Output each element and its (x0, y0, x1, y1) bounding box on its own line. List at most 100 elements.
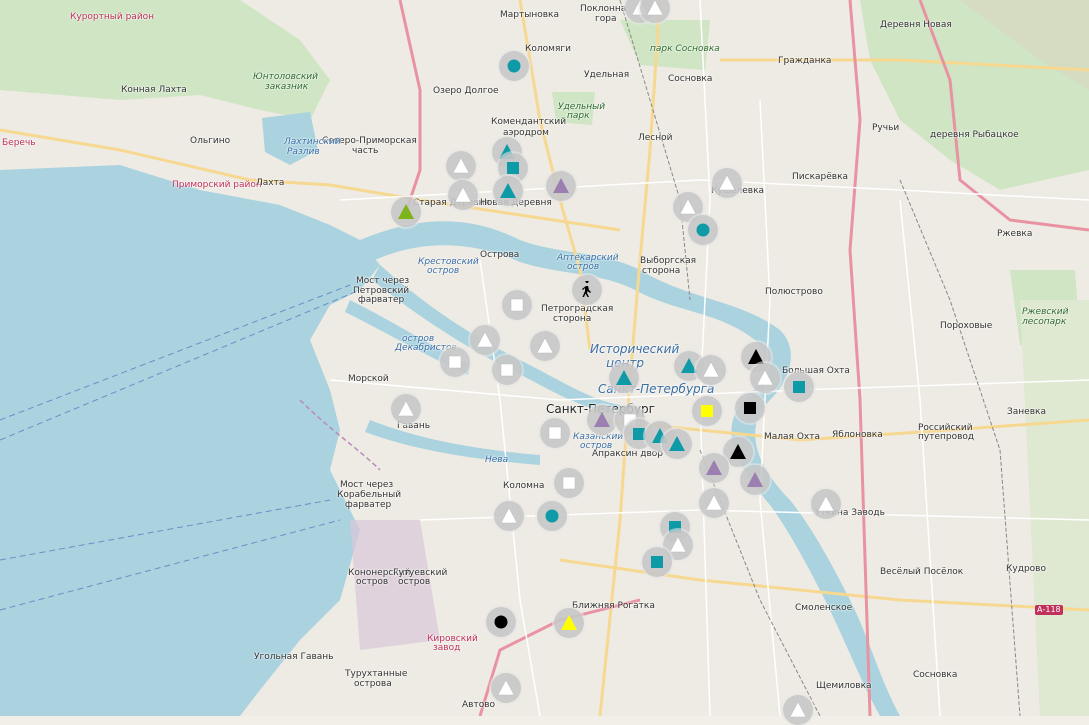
place-label: Острова (480, 250, 520, 260)
place-label: Апраксин двор (592, 449, 663, 459)
square-icon (500, 363, 514, 377)
circle-icon (494, 615, 508, 629)
map-marker[interactable] (688, 215, 718, 245)
place-label: Поклонна (580, 4, 627, 14)
place-label: гора (595, 14, 617, 24)
place-label: Беречь (2, 138, 36, 148)
place-label: Исторический (590, 342, 680, 356)
map-marker[interactable] (491, 673, 521, 703)
triangle-icon (476, 331, 494, 348)
circle-icon (507, 59, 521, 73)
place-label: Озеро Долгое (433, 86, 499, 96)
map-marker[interactable] (492, 355, 522, 385)
map-marker[interactable] (735, 393, 765, 423)
triangle-icon (705, 494, 723, 511)
place-label: Приморский район (172, 180, 262, 190)
place-label: Пороховые (940, 321, 993, 331)
map-marker[interactable] (554, 468, 584, 498)
place-label: Коломяги (525, 44, 571, 54)
square-icon (651, 556, 663, 568)
map-marker[interactable] (692, 396, 722, 426)
place-label: Морской (348, 374, 389, 384)
map-marker[interactable] (540, 418, 570, 448)
map-marker[interactable] (699, 453, 729, 483)
place-label: Ближняя Рогатка (572, 601, 655, 611)
triangle-icon (706, 460, 722, 475)
place-label: заказник (265, 82, 309, 92)
map-marker[interactable] (530, 331, 560, 361)
place-label: Корабельный (337, 490, 402, 500)
place-label: Малая Охта (764, 432, 820, 442)
map-marker[interactable] (572, 275, 602, 305)
place-label: Деревня Новая (880, 20, 952, 30)
map-marker[interactable] (587, 405, 617, 435)
triangle-icon (398, 204, 414, 219)
place-label: Турухтанные (345, 669, 408, 679)
triangle-icon (454, 186, 472, 203)
map-marker[interactable] (784, 372, 814, 402)
map-marker[interactable] (699, 488, 729, 518)
map-marker[interactable] (696, 355, 726, 385)
place-label: Лахта (256, 178, 285, 188)
map-marker[interactable] (783, 695, 813, 725)
map-marker[interactable] (391, 394, 421, 424)
map-marker[interactable] (494, 501, 524, 531)
triangle-icon (536, 337, 554, 354)
triangle-icon (669, 436, 685, 451)
place-label: путепровод (918, 432, 975, 442)
place-label: Выборгская (640, 256, 697, 266)
map-marker[interactable] (440, 347, 470, 377)
map-marker[interactable] (391, 197, 421, 227)
map-marker[interactable] (712, 168, 742, 198)
place-label: Гражданка (778, 56, 832, 66)
place-label: остров (427, 266, 460, 276)
map-marker[interactable] (609, 363, 639, 393)
place-label: Ручьи (872, 123, 900, 133)
place-label: Лахтинский (284, 137, 341, 147)
road-shield-a118: А-118 (1035, 605, 1063, 615)
place-label: парк Сосновка (650, 44, 720, 54)
triangle-icon (497, 679, 515, 696)
map-canvas[interactable]: Курортный район Мартыновка Поклонна гора Дер… (0, 0, 1089, 725)
place-label: фарватер (345, 500, 392, 510)
map-marker[interactable] (750, 363, 780, 393)
place-label: Ржевка (997, 229, 1033, 239)
place-label: парк (567, 111, 590, 121)
place-label: Яблоновка (832, 430, 883, 440)
place-label: остров (356, 577, 389, 587)
triangle-icon (594, 412, 610, 427)
square-icon (744, 402, 756, 414)
place-label: Смоленское (795, 603, 853, 613)
square-icon (793, 381, 805, 393)
square-icon (510, 298, 524, 312)
place-label: часть (352, 146, 379, 156)
triangle-icon (553, 178, 569, 193)
map-marker[interactable] (642, 547, 672, 577)
map-marker[interactable] (811, 489, 841, 519)
map-marker[interactable] (470, 325, 500, 355)
place-label: Пискарёвка (792, 172, 849, 182)
place-label: острова (354, 679, 392, 689)
place-label: Заневка (1007, 407, 1046, 417)
triangle-icon (452, 157, 470, 174)
map-marker[interactable] (546, 171, 576, 201)
triangle-icon (561, 615, 577, 630)
map-marker[interactable] (493, 176, 523, 206)
square-icon (548, 426, 562, 440)
triangle-icon (718, 174, 736, 191)
place-label: Удельная (584, 70, 630, 80)
triangle-icon (679, 198, 697, 215)
triangle-icon (500, 183, 516, 198)
map-marker[interactable] (740, 465, 770, 495)
map-marker[interactable] (502, 290, 532, 320)
map-marker[interactable] (486, 607, 516, 637)
map-marker[interactable] (537, 501, 567, 531)
place-label: завод (433, 643, 461, 653)
map-marker[interactable] (554, 608, 584, 638)
place-label: Полюстрово (765, 287, 823, 297)
map-marker[interactable] (662, 429, 692, 459)
map-marker[interactable] (448, 180, 478, 210)
place-label: Разлив (287, 147, 320, 157)
map-marker[interactable] (446, 151, 476, 181)
map-marker[interactable] (499, 51, 529, 81)
